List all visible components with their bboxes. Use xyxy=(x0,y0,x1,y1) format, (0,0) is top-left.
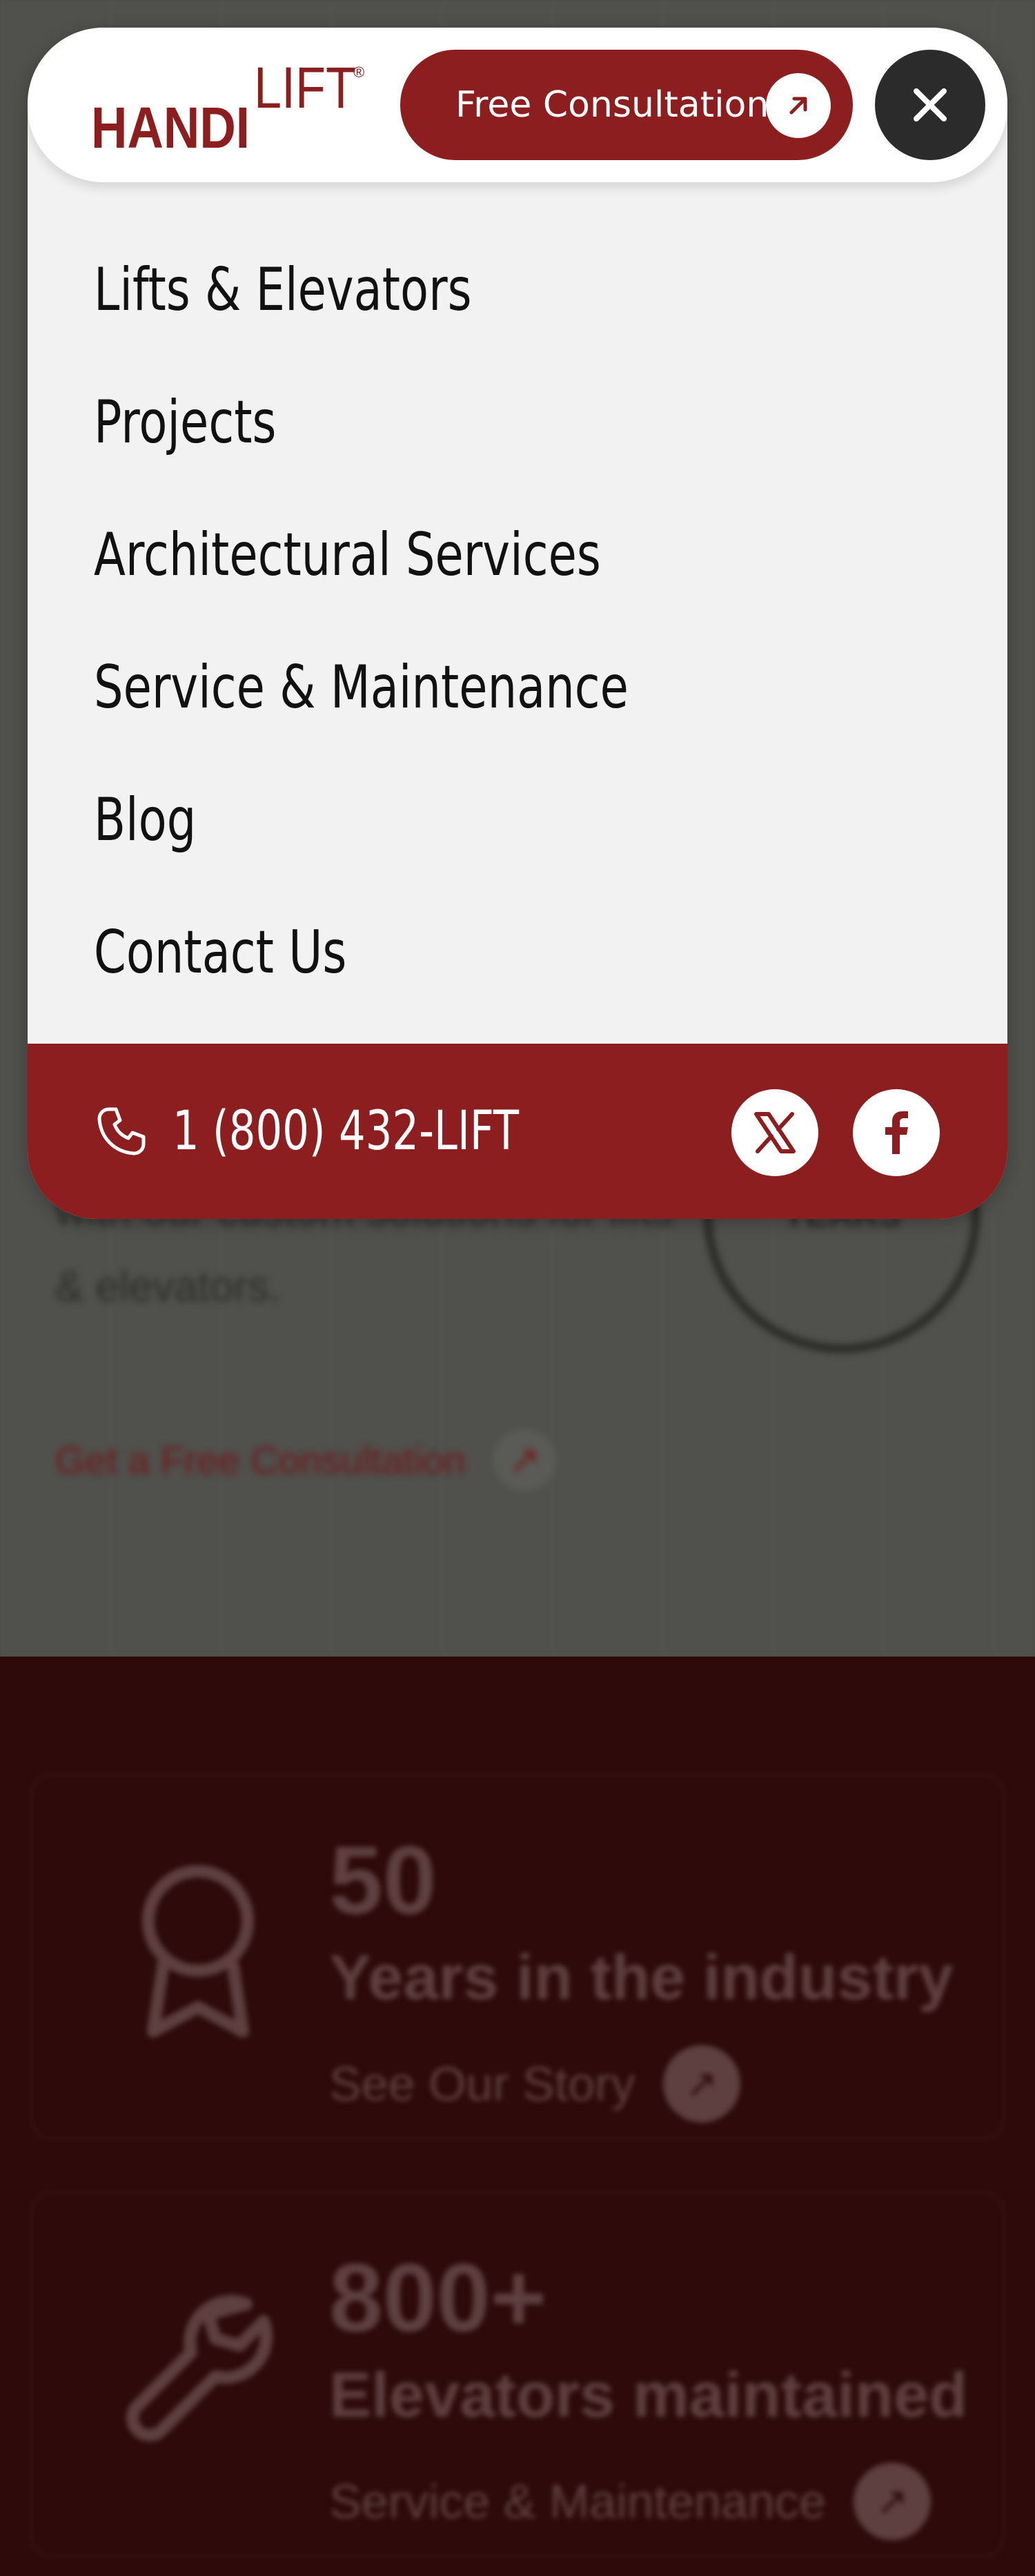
hero-link-label: Get a Free Consultation xyxy=(55,1438,466,1482)
nav-item-projects[interactable]: Projects xyxy=(94,388,629,520)
logo-reg: ® xyxy=(353,64,364,81)
stat-number: 800+ xyxy=(329,2243,547,2352)
free-consultation-button[interactable]: Free Consultation xyxy=(400,50,853,160)
close-icon xyxy=(914,88,947,121)
stats-section: 50 Years in the industry See Our Story ↗… xyxy=(0,1657,1035,2576)
stat-link-label: Service & Maintenance xyxy=(329,2475,826,2528)
phone-link[interactable]: 1 (800) 432-LIFT xyxy=(94,1100,617,1162)
close-menu-button[interactable] xyxy=(875,50,985,160)
logo-lift: LIFT xyxy=(254,59,356,120)
main-nav: Lifts & Elevators Projects Architectural… xyxy=(94,255,779,1051)
phone-number: 1 (800) 432-LIFT xyxy=(172,1100,519,1162)
handilift-logo[interactable]: HANDI LIFT ® xyxy=(91,59,367,156)
stat-label: Elevators maintained xyxy=(329,2360,968,2430)
nav-item-service-maintenance[interactable]: Service & Maintenance xyxy=(94,653,629,786)
x-twitter-icon xyxy=(754,1112,796,1153)
menu-header: HANDI LIFT ® Free Consultation xyxy=(28,28,1007,182)
stat-card: 50 Years in the industry See Our Story ↗ xyxy=(30,1774,1005,2140)
stat-card: 800+ Elevators maintained Service & Main… xyxy=(30,2192,1005,2557)
nav-item-architectural-services[interactable]: Architectural Services xyxy=(94,520,629,653)
wrench-icon xyxy=(126,2295,273,2441)
nav-item-lifts-elevators[interactable]: Lifts & Elevators xyxy=(94,255,629,388)
nav-item-blog[interactable]: Blog xyxy=(94,786,629,918)
hero-consultation-link[interactable]: Get a Free Consultation ↗ xyxy=(55,1429,555,1491)
mobile-menu-panel: HANDI LIFT ® Free Consultation Lifts & E… xyxy=(28,28,1007,1219)
arrow-up-right-icon: ↗ xyxy=(853,2463,931,2540)
phone-icon xyxy=(97,1107,146,1155)
menu-footer: 1 (800) 432-LIFT xyxy=(28,1044,1007,1219)
nav-item-contact-us[interactable]: Contact Us xyxy=(94,918,629,1051)
logo-handi: HANDI xyxy=(91,95,250,156)
stat-link[interactable]: Service & Maintenance ↗ xyxy=(329,2463,931,2540)
stat-label: Years in the industry xyxy=(329,1942,954,2013)
facebook-link[interactable] xyxy=(853,1089,940,1176)
free-consultation-label: Free Consultation xyxy=(455,84,769,126)
arrow-up-right-icon: ↗ xyxy=(662,2045,740,2123)
stat-link-label: See Our Story xyxy=(329,2057,635,2111)
arrow-up-right-icon: ↗ xyxy=(493,1429,555,1491)
facebook-icon xyxy=(885,1111,908,1154)
twitter-x-link[interactable] xyxy=(731,1089,818,1176)
award-ribbon-icon xyxy=(142,1865,254,2038)
stat-link[interactable]: See Our Story ↗ xyxy=(329,2045,740,2123)
stat-number: 50 xyxy=(329,1826,437,1934)
arrow-up-right-icon xyxy=(766,73,831,138)
